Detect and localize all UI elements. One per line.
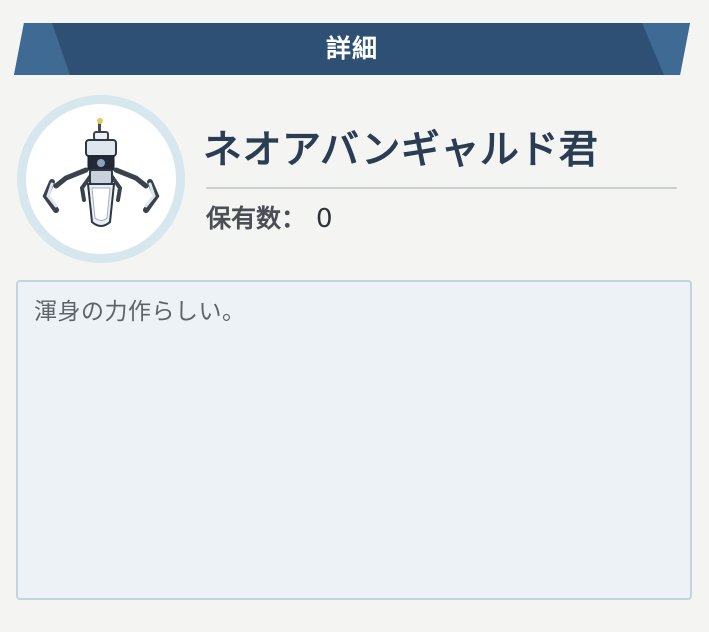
detail-title: 詳細 xyxy=(325,34,378,63)
owned-count-label: 保有数： xyxy=(206,204,307,233)
name-divider xyxy=(206,187,677,189)
owned-count-value: 0 xyxy=(316,204,333,234)
item-avatar-inner xyxy=(26,104,176,254)
detail-header-bar: 詳細 xyxy=(14,23,690,75)
item-avatar xyxy=(17,95,185,263)
item-description-box: 渾身の力作らしい。 xyxy=(16,280,692,600)
owned-count-row: 保有数： 0 xyxy=(206,199,333,239)
spider-robot-icon xyxy=(42,118,160,227)
item-description: 渾身の力作らしい。 xyxy=(34,299,246,325)
item-name: ネオアバンギャルド君 xyxy=(203,128,599,173)
